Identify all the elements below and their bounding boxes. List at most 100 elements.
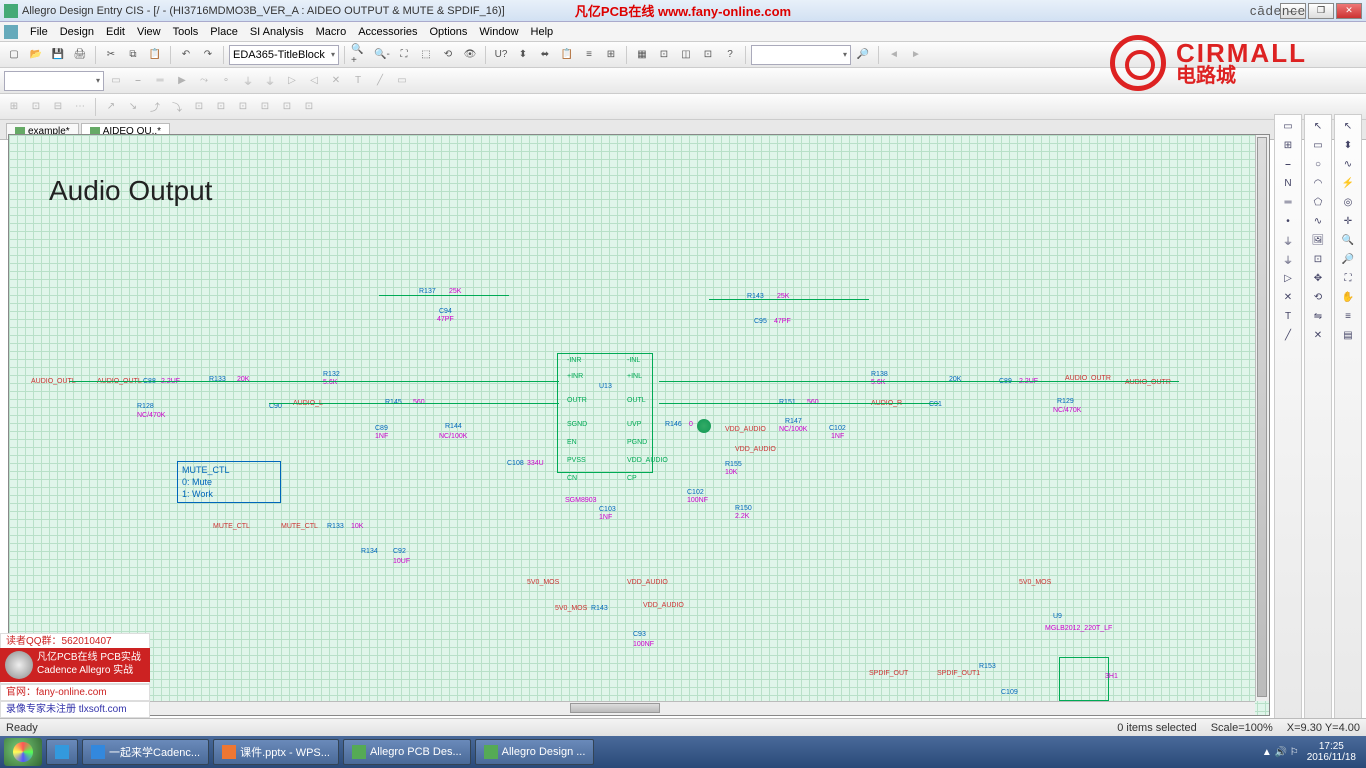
pal-gnd[interactable]: ⏚ [1277, 250, 1299, 268]
tb3-14[interactable]: ⊡ [299, 97, 319, 117]
play-button[interactable]: ▶ [172, 71, 192, 91]
nav-prev-button[interactable]: ◄ [884, 45, 904, 65]
zoom-in-button[interactable]: 🔍+ [350, 45, 370, 65]
pal-move[interactable]: ✥ [1307, 269, 1329, 287]
pal-poly[interactable]: ⬠ [1307, 193, 1329, 211]
place-line-button[interactable]: ╱ [370, 71, 390, 91]
pal-arc[interactable]: ◠ [1307, 174, 1329, 192]
pal-layer[interactable]: ≡ [1337, 307, 1359, 325]
annotate-button[interactable]: ⬍ [513, 45, 533, 65]
part-button[interactable]: ⊡ [698, 45, 718, 65]
paste-button[interactable]: 📋 [145, 45, 165, 65]
titleblock-combo[interactable]: EDA365-TitleBlock [229, 45, 339, 65]
pal-probe[interactable]: ⚡ [1337, 174, 1359, 192]
pal-port[interactable]: ▷ [1277, 269, 1299, 287]
copy-button[interactable]: ⧉ [123, 45, 143, 65]
tb3-4[interactable]: ⋯ [70, 97, 90, 117]
pal-cross[interactable]: ✛ [1337, 212, 1359, 230]
find-button[interactable]: 🔎 [853, 45, 873, 65]
pal-arrow[interactable]: ↖ [1307, 117, 1329, 135]
tb3-9[interactable]: ⊡ [189, 97, 209, 117]
grid-button[interactable]: ▦ [632, 45, 652, 65]
pal-ellipse[interactable]: ○ [1307, 155, 1329, 173]
menu-view[interactable]: View [131, 24, 167, 40]
place-power-button[interactable]: ⏚ [238, 71, 258, 91]
menu-place[interactable]: Place [204, 24, 244, 40]
tb3-11[interactable]: ⊡ [233, 97, 253, 117]
area-button[interactable]: ◫ [676, 45, 696, 65]
menu-tools[interactable]: Tools [167, 24, 205, 40]
tb3-12[interactable]: ⊡ [255, 97, 275, 117]
pal-marker[interactable]: ◎ [1337, 193, 1359, 211]
nav-next-button[interactable]: ► [906, 45, 926, 65]
pal-rect[interactable]: ▭ [1307, 136, 1329, 154]
menu-window[interactable]: Window [473, 24, 524, 40]
pal-wire[interactable]: ⎯ [1277, 155, 1299, 173]
pal-pan[interactable]: ✋ [1337, 288, 1359, 306]
refresh-button[interactable]: ⟲ [438, 45, 458, 65]
u-button[interactable]: U? [491, 45, 511, 65]
pal-delete[interactable]: ✕ [1307, 326, 1329, 344]
tb3-6[interactable]: ↘ [123, 97, 143, 117]
place-part-button[interactable]: ▭ [106, 71, 126, 91]
place-wire-button[interactable]: ⎯ [128, 71, 148, 91]
pal-rotate[interactable]: ⟲ [1307, 288, 1329, 306]
task-ie[interactable] [46, 739, 78, 765]
task-wps-ppt[interactable]: 课件.pptx - WPS... [213, 739, 339, 765]
search-combo[interactable] [751, 45, 851, 65]
redo-button[interactable]: ↷ [198, 45, 218, 65]
menu-si[interactable]: SI Analysis [244, 24, 310, 40]
pal-color[interactable]: ▤ [1337, 326, 1359, 344]
pal-place-part[interactable]: ⊞ [1277, 136, 1299, 154]
tray-icons[interactable]: ▲ 🔊 ⚐ [1262, 747, 1299, 758]
snap-button[interactable]: ⊡ [654, 45, 674, 65]
pal-fit2[interactable]: ⛶ [1337, 269, 1359, 287]
place-junction-button[interactable]: ∘ [216, 71, 236, 91]
pal-bezier[interactable]: ∿ [1307, 212, 1329, 230]
place-gnd-button[interactable]: ⏚ [260, 71, 280, 91]
pal-net[interactable]: N [1277, 174, 1299, 192]
cut-button[interactable]: ✂ [101, 45, 121, 65]
zoom-fit-button[interactable]: ⛶ [394, 45, 414, 65]
pal-mirror[interactable]: ⇋ [1307, 307, 1329, 325]
pal-junction[interactable]: • [1277, 212, 1299, 230]
task-allegro-design[interactable]: Allegro Design ... [475, 739, 595, 765]
place-rect-button[interactable]: ▭ [392, 71, 412, 91]
save-button[interactable]: 💾 [48, 45, 68, 65]
font-combo[interactable] [4, 71, 104, 91]
system-tray[interactable]: ▲ 🔊 ⚐ 17:25 2016/11/18 [1262, 741, 1362, 763]
pal-select[interactable]: ▭ [1277, 117, 1299, 135]
print-button[interactable]: 🖨 [70, 45, 90, 65]
zoom-out-button[interactable]: 🔍- [372, 45, 392, 65]
pal-zoom2[interactable]: 🔎 [1337, 250, 1359, 268]
tb3-3[interactable]: ⊟ [48, 97, 68, 117]
help-button[interactable]: ? [720, 45, 740, 65]
menu-help[interactable]: Help [525, 24, 560, 40]
open-button[interactable]: 📂 [26, 45, 46, 65]
pal-bus[interactable]: ═ [1277, 193, 1299, 211]
pal-power[interactable]: ⏚ [1277, 231, 1299, 249]
place-port-button[interactable]: ▷ [282, 71, 302, 91]
drc-button[interactable]: 📋 [557, 45, 577, 65]
bom-button[interactable]: ≡ [579, 45, 599, 65]
close-button[interactable]: ✕ [1336, 3, 1362, 19]
netlist-button[interactable]: ⊞ [601, 45, 621, 65]
view-button[interactable]: 👁 [460, 45, 480, 65]
menu-accessories[interactable]: Accessories [352, 24, 423, 40]
place-offpage-button[interactable]: ◁ [304, 71, 324, 91]
undo-button[interactable]: ↶ [176, 45, 196, 65]
menu-file[interactable]: File [24, 24, 54, 40]
back-annotate-button[interactable]: ⬌ [535, 45, 555, 65]
pal-text[interactable]: T [1277, 307, 1299, 325]
menu-options[interactable]: Options [424, 24, 474, 40]
tb3-8[interactable]: ⤵ [167, 97, 187, 117]
tb3-13[interactable]: ⊡ [277, 97, 297, 117]
pal-cursor[interactable]: ↖ [1337, 117, 1359, 135]
pal-line[interactable]: ╱ [1277, 326, 1299, 344]
maximize-button[interactable]: ❐ [1308, 3, 1334, 19]
place-nc-button[interactable]: ✕ [326, 71, 346, 91]
menu-edit[interactable]: Edit [100, 24, 131, 40]
scrollbar-horizontal[interactable] [9, 701, 1255, 715]
tb3-2[interactable]: ⊡ [26, 97, 46, 117]
clock[interactable]: 17:25 2016/11/18 [1307, 741, 1356, 763]
